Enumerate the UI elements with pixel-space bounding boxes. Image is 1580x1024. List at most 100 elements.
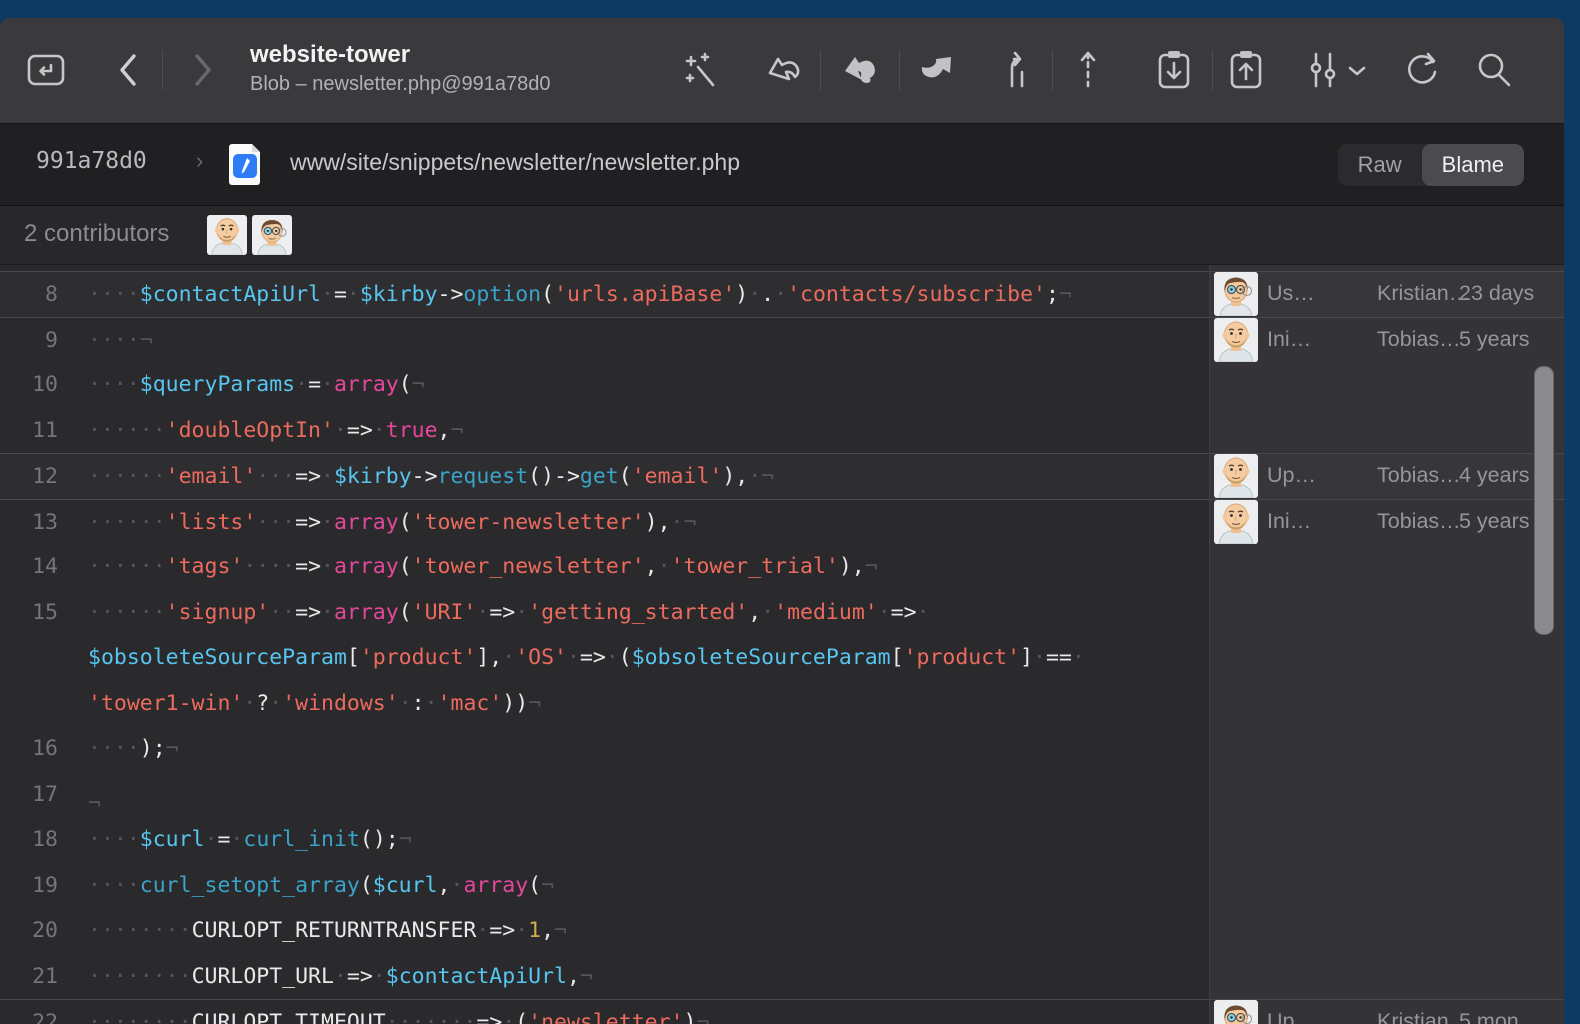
- blame-summary: Up…: [1267, 453, 1361, 499]
- commit-hash[interactable]: 991a78d0: [36, 148, 147, 174]
- toolbar: website-tower Blob – newsletter.php@991a…: [0, 18, 1564, 124]
- line-number: 12: [0, 454, 58, 500]
- undo-button[interactable]: [760, 46, 808, 94]
- code-text: $obsoleteSourceParam['product'],·'OS'·=>…: [88, 635, 1085, 681]
- blame-entry[interactable]: Up…Tobias…4 years: [1209, 453, 1564, 499]
- avatar-tobias: [1214, 454, 1258, 498]
- file-path[interactable]: www/site/snippets/newsletter/newsletter.…: [290, 149, 740, 176]
- php-file-icon: [226, 141, 264, 192]
- contributors-bar: 2 contributors: [0, 206, 1564, 265]
- line-number: 11: [0, 408, 58, 454]
- repository-title: website-tower: [250, 40, 551, 70]
- code-text: ········CURLOPT_URL·=>·$contactApiUrl,¬: [88, 954, 593, 1000]
- search-icon: [1472, 48, 1516, 92]
- line-number: 16: [0, 726, 58, 772]
- blame-column: Us…Kristian…23 days Ini…Tobias…5 years U…: [1209, 265, 1564, 1024]
- view-segmented-control: Raw Blame: [1338, 144, 1524, 186]
- code-text: ········CURLOPT_RETURNTRANSFER·=>·1,¬: [88, 908, 567, 954]
- refresh-button[interactable]: [1398, 46, 1446, 94]
- blame-entry[interactable]: Ini…Tobias…5 years: [1209, 317, 1564, 363]
- undo-arrow-icon: [762, 49, 806, 91]
- blame-entry[interactable]: Ini…Tobias…5 years: [1209, 499, 1564, 545]
- avatar-kristian: [252, 215, 292, 255]
- window-title-block: website-tower Blob – newsletter.php@991a…: [250, 40, 551, 98]
- open-repository-button[interactable]: [22, 46, 70, 94]
- avatar-tobias: [1214, 500, 1258, 544]
- dashed-up-arrow-icon: [1073, 48, 1103, 92]
- code-text: ······'tags'····=>·array('tower_newslett…: [88, 544, 878, 590]
- blame-summary: Ini…: [1267, 499, 1361, 545]
- code-text: ¬: [88, 781, 101, 827]
- line-number: 13: [0, 500, 58, 546]
- magic-wand-icon: [681, 49, 723, 91]
- merge-arrow-icon: [838, 49, 882, 91]
- avatar-kristian: [1214, 1000, 1258, 1024]
- branch-icon: [998, 48, 1038, 92]
- blame-code-view: 8 ····$contactApiUrl·=·$kirby->option('ur…: [0, 265, 1564, 1024]
- line-number: 10: [0, 362, 58, 408]
- code-text: ······'lists'···=>·array('tower-newslett…: [88, 500, 696, 546]
- blame-entry[interactable]: Up…Kristian…5 mon…: [1209, 999, 1564, 1024]
- blame-age: 23 days: [1459, 271, 1564, 317]
- back-button[interactable]: [105, 46, 153, 94]
- line-number: 22: [0, 1000, 58, 1024]
- toolbar-separator: [1212, 50, 1213, 90]
- sliders-icon: [1300, 48, 1372, 92]
- code-text: ····);¬: [88, 726, 179, 772]
- contributors-label: 2 contributors: [24, 220, 169, 248]
- branch-button[interactable]: [994, 46, 1042, 94]
- search-button[interactable]: [1470, 46, 1518, 94]
- toolbar-separator: [820, 50, 821, 90]
- code-text: ····$contactApiUrl·=·$kirby->option('url…: [88, 272, 1072, 318]
- code-text: ······'doubleOptIn'·=>·true,¬: [88, 408, 463, 454]
- chevron-right-icon: [185, 50, 219, 90]
- line-number: 20: [0, 908, 58, 954]
- code-text: ····$queryParams·=·array(¬: [88, 362, 425, 408]
- line-number: 14: [0, 544, 58, 590]
- contributors-avatars[interactable]: [207, 215, 292, 255]
- stash-save-button[interactable]: [1150, 46, 1198, 94]
- code-text: ····$curl·=·curl_init();¬: [88, 817, 412, 863]
- code-text: ····curl_setopt_array($curl,·array(¬: [88, 863, 554, 909]
- code-text: ········CURLOPT_TIMEOUT·······=>·('newsl…: [88, 1000, 709, 1024]
- blame-summary: Us…: [1267, 271, 1361, 317]
- rebase-button[interactable]: [912, 46, 960, 94]
- blame-age: 5 years: [1459, 317, 1564, 363]
- blame-tab[interactable]: Blame: [1422, 144, 1524, 186]
- clipboard-down-icon: [1152, 47, 1196, 93]
- toolbar-separator: [1052, 50, 1053, 90]
- avatar-tobias: [1214, 318, 1258, 362]
- line-number: 19: [0, 863, 58, 909]
- path-bar: 991a78d0 › www/site/snippets/newsletter/…: [0, 124, 1564, 206]
- code-text: ······'email'···=>·$kirby->request()->ge…: [88, 454, 774, 500]
- line-number: 9: [0, 318, 58, 364]
- avatar-kristian: [1214, 272, 1258, 316]
- merge-button[interactable]: [836, 46, 884, 94]
- avatar-tobias: [207, 215, 247, 255]
- toolbar-separator: [162, 50, 163, 90]
- cherry-pick-button[interactable]: [1064, 46, 1112, 94]
- chevron-left-icon: [112, 50, 146, 90]
- code-text: ······'signup'··=>·array('URI'·=>·'getti…: [88, 590, 930, 636]
- line-number: 8: [0, 272, 58, 318]
- forward-button[interactable]: [178, 46, 226, 94]
- line-number: 18: [0, 817, 58, 863]
- code-text: ····¬: [88, 318, 153, 364]
- blame-summary: Ini…: [1267, 317, 1361, 363]
- breadcrumb-chevron-icon: ›: [196, 148, 203, 174]
- open-repository-icon: [25, 49, 67, 91]
- blame-age: 5 mon…: [1459, 999, 1564, 1024]
- raw-tab[interactable]: Raw: [1338, 144, 1422, 186]
- toolbar-separator: [899, 50, 900, 90]
- quick-actions-button[interactable]: [678, 46, 726, 94]
- workflow-button[interactable]: [1300, 46, 1372, 94]
- line-number: 15: [0, 590, 58, 636]
- code-text: 'tower1-win'·?·'windows'·:·'mac'))¬: [88, 681, 541, 727]
- stash-apply-button[interactable]: [1222, 46, 1270, 94]
- app-window: website-tower Blob – newsletter.php@991a…: [0, 18, 1564, 1024]
- line-number: 21: [0, 954, 58, 1000]
- vertical-scrollbar[interactable]: [1534, 366, 1554, 635]
- blame-entry[interactable]: Us…Kristian…23 days: [1209, 271, 1564, 317]
- line-number: 17: [0, 772, 58, 818]
- blame-summary: Up…: [1267, 999, 1361, 1024]
